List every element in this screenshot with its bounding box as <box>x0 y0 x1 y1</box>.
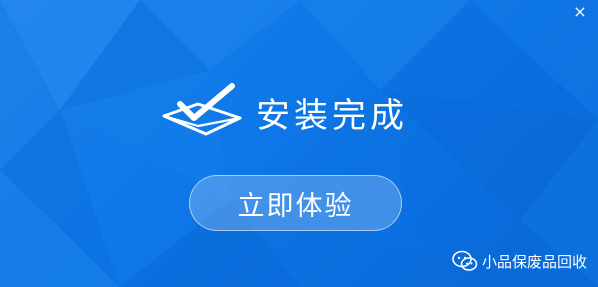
wechat-watermark: 小品保废品回收 <box>452 246 587 276</box>
install-complete-title: 安装完成 <box>256 95 408 136</box>
wechat-icon <box>452 250 478 271</box>
close-button[interactable]: × <box>570 2 590 22</box>
background-facets <box>0 0 598 287</box>
try-now-button[interactable]: 立即体验 <box>189 175 402 231</box>
watermark-text: 小品保废品回收 <box>482 252 588 271</box>
completion-header: 安装完成 <box>160 82 408 142</box>
installer-window: × 安装完成 立即体验 小品保废品回收 <box>0 0 598 287</box>
checkmark-envelope-icon <box>162 83 242 136</box>
